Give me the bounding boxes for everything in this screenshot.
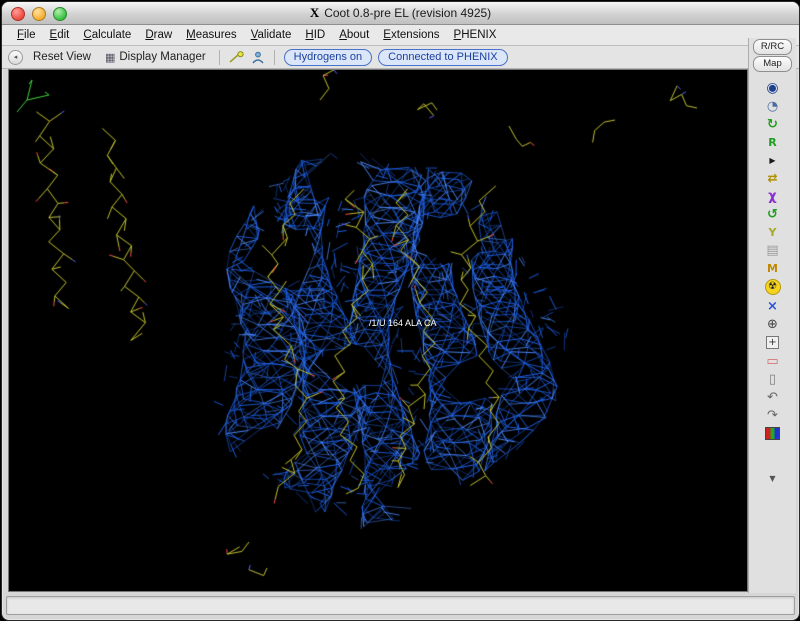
- sphere-refinement-icon[interactable]: ◉: [755, 79, 791, 97]
- window-title: X Coot 0.8-pre EL (revision 4925): [2, 2, 799, 24]
- residue-label: /1/U 164 ALA CA: [369, 318, 437, 328]
- auto-fit-rotamer-icon[interactable]: Y: [755, 223, 791, 241]
- add-hydrogens-icon[interactable]: [229, 51, 245, 64]
- menu-edit[interactable]: Edit: [43, 27, 77, 43]
- undo-icon[interactable]: ↶: [755, 388, 791, 406]
- window-title-text: Coot 0.8-pre EL (revision 4925): [324, 6, 491, 20]
- reset-view-button[interactable]: Reset View: [29, 50, 95, 64]
- reset-view-label: Reset View: [33, 51, 91, 63]
- rotamers-icon[interactable]: ▤: [755, 241, 791, 259]
- mutate-residue-icon[interactable]: M: [755, 259, 791, 277]
- phenix-connection-button[interactable]: Connected to PHENIX: [378, 49, 507, 66]
- flip-peptide-icon[interactable]: ↺: [755, 205, 791, 223]
- menu-extensions[interactable]: Extensions: [376, 27, 446, 43]
- menu-file[interactable]: File: [10, 27, 43, 43]
- right-sidebar: R/RC Map ◉ ◔ ↻ R ▶ ⇄ χ ↺ Y ▤ M ☢ × ⊕ + ▭…: [748, 38, 796, 593]
- display-manager-button[interactable]: ▦ Display Manager: [101, 50, 210, 65]
- close-button[interactable]: [11, 7, 25, 21]
- status-bar: (mol. no: 0) C /1/U/164 ALA occ: 1.00 bf…: [6, 596, 795, 615]
- window-controls: [11, 7, 67, 21]
- pointer-icon[interactable]: ▶: [755, 151, 791, 169]
- edit-chi-angles-icon[interactable]: χ: [755, 187, 791, 205]
- map-button[interactable]: Map: [753, 56, 792, 72]
- place-atom-icon[interactable]: ⊕: [755, 315, 791, 333]
- map-colour-icon[interactable]: [765, 427, 780, 440]
- r-rc-button[interactable]: R/RC: [753, 39, 792, 55]
- title-bar[interactable]: X Coot 0.8-pre EL (revision 4925): [2, 2, 799, 25]
- refine-residues-icon[interactable]: [251, 51, 265, 64]
- zoom-button[interactable]: [53, 7, 67, 21]
- gl-canvas[interactable]: [9, 70, 747, 591]
- gl-viewport: /1/U 164 ALA CA: [8, 69, 748, 592]
- modelling-toolbar: ◉ ◔ ↻ R ▶ ⇄ χ ↺ Y ▤ M ☢ × ⊕ + ▭ ▯ ↶ ↷ ▼: [755, 79, 791, 487]
- add-terminal-residue-icon[interactable]: +: [766, 336, 779, 349]
- clock-timer-icon[interactable]: ◔: [755, 97, 791, 115]
- toolbar-collapse-button[interactable]: ◂: [8, 50, 23, 65]
- eraser-icon[interactable]: ▭: [755, 352, 791, 370]
- toolbar-overflow-icon[interactable]: ▼: [755, 469, 791, 487]
- menu-bar: File Edit Calculate Draw Measures Valida…: [2, 25, 799, 46]
- coot-window: X Coot 0.8-pre EL (revision 4925) File E…: [1, 1, 800, 621]
- display-manager-label: Display Manager: [119, 51, 205, 63]
- rotate-translate-icon[interactable]: ⇄: [755, 169, 791, 187]
- main-toolbar: ◂ Reset View ▦ Display Manager Hydrogens…: [2, 46, 799, 69]
- real-space-refine-icon[interactable]: ↻: [755, 115, 791, 133]
- regularize-zone-icon[interactable]: R: [755, 133, 791, 151]
- x11-icon: X: [310, 5, 319, 21]
- delete-item-icon[interactable]: ×: [755, 297, 791, 315]
- menu-calculate[interactable]: Calculate: [76, 27, 138, 43]
- display-manager-icon: ▦: [105, 51, 115, 64]
- toolbar-separator: [219, 50, 220, 65]
- trash-icon[interactable]: ▯: [755, 370, 791, 388]
- menu-hid[interactable]: HID: [298, 27, 332, 43]
- menu-validate[interactable]: Validate: [244, 27, 299, 43]
- redo-icon[interactable]: ↷: [755, 406, 791, 424]
- menu-measures[interactable]: Measures: [179, 27, 244, 43]
- minimize-button[interactable]: [32, 7, 46, 21]
- run-refmac-icon[interactable]: ☢: [765, 279, 781, 295]
- hydrogens-toggle-button[interactable]: Hydrogens on: [284, 49, 373, 66]
- menu-draw[interactable]: Draw: [138, 27, 179, 43]
- menu-about[interactable]: About: [332, 27, 376, 43]
- menu-phenix[interactable]: PHENIX: [447, 27, 504, 43]
- toolbar-separator: [274, 50, 275, 65]
